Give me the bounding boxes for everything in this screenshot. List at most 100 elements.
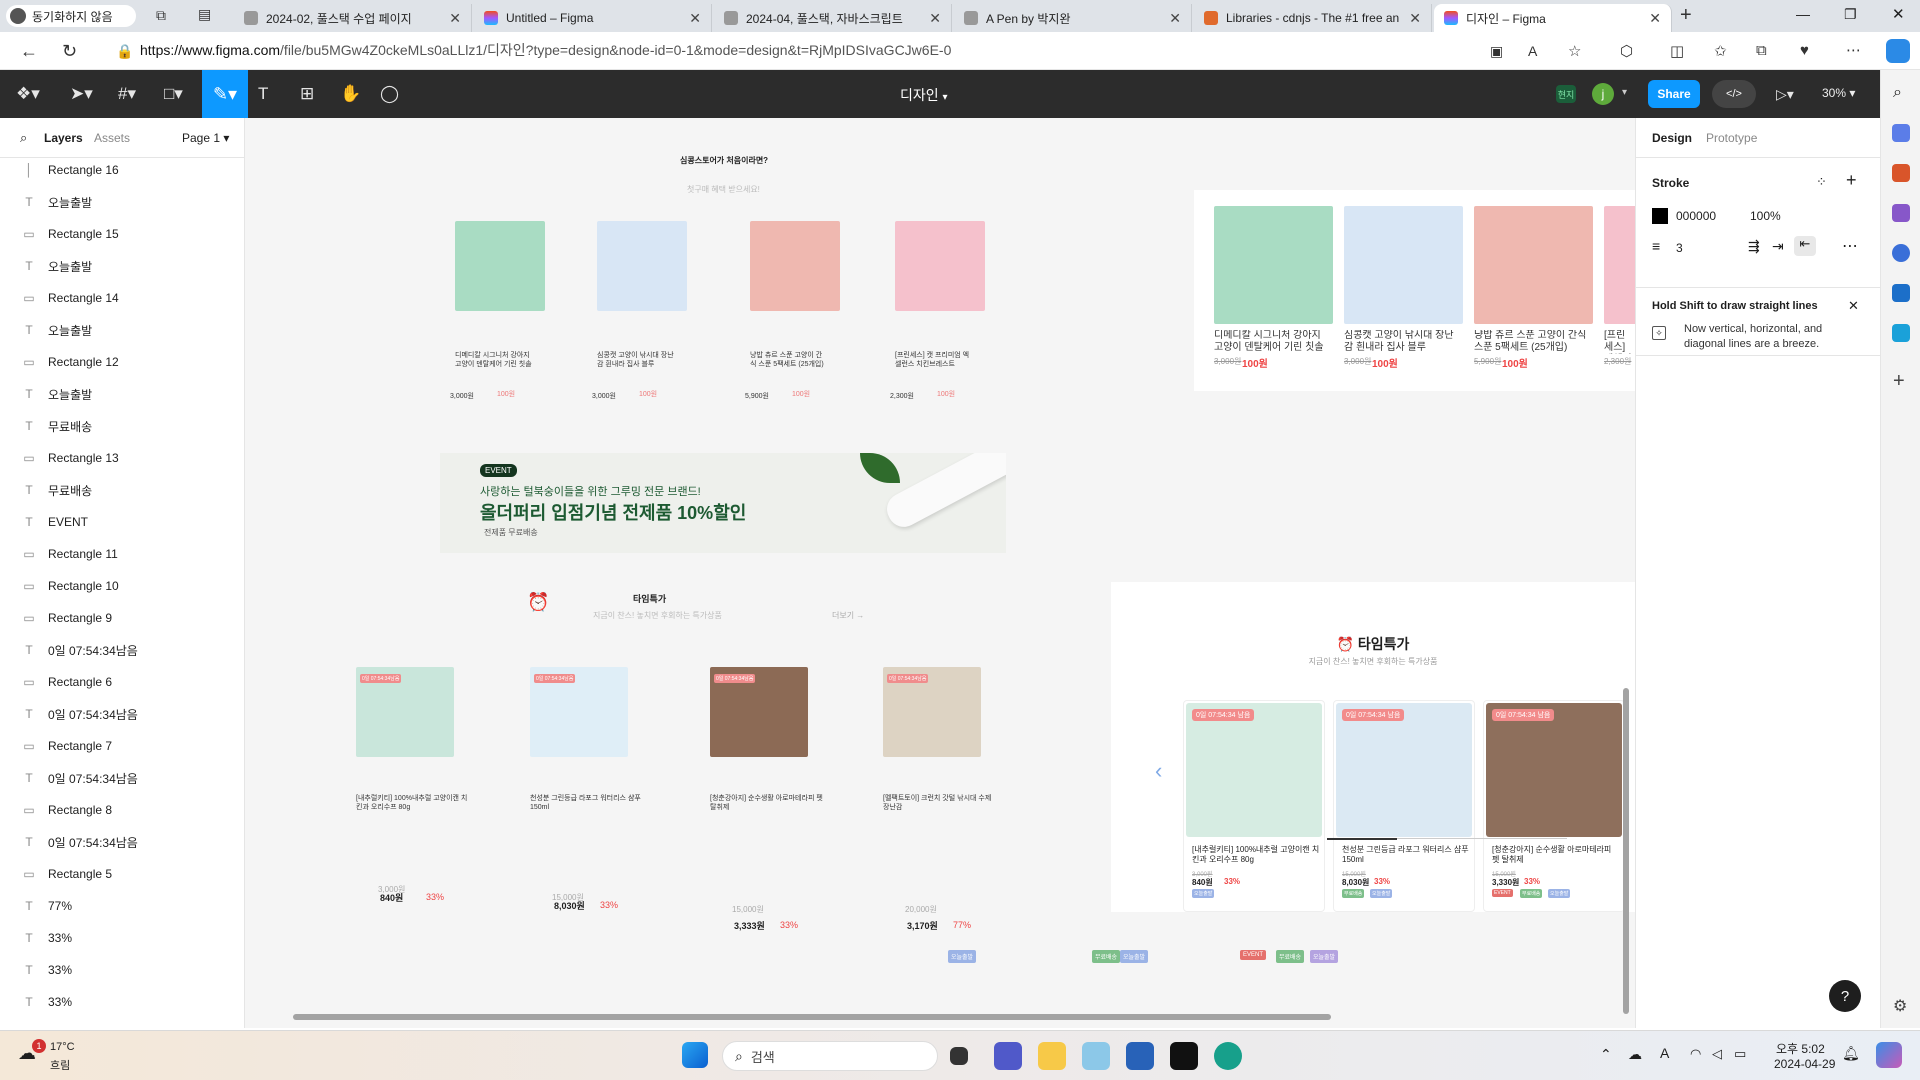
favorites-icon[interactable]: ✩ <box>1714 42 1727 60</box>
layer-row[interactable]: ▭ Rectangle 14 <box>0 282 244 314</box>
file-title[interactable]: 디자인 ▾ <box>900 85 948 105</box>
extensions-icon[interactable]: ⬡ <box>1620 42 1633 60</box>
layer-row[interactable]: T 오늘출발 <box>0 378 244 410</box>
stroke-color-hex[interactable]: 000000 <box>1676 209 1716 223</box>
tab-assets[interactable]: Assets <box>94 131 130 145</box>
taskbar-search[interactable]: ⌕ 검색 <box>722 1041 938 1071</box>
search-icon[interactable]: ⌕ <box>1893 84 1902 102</box>
product-image[interactable] <box>895 221 985 311</box>
event-banner[interactable]: EVENT 사랑하는 털북숭이들을 위한 그루밍 전문 브랜드! 올더퍼리 입점… <box>440 453 1006 553</box>
close-icon[interactable]: ✕ <box>1169 10 1181 27</box>
layer-row[interactable]: ▭ Rectangle 8 <box>0 794 244 826</box>
style-grid-icon[interactable]: ⁘ <box>1816 174 1827 190</box>
new-tab-button[interactable]: + <box>1680 4 1692 27</box>
ime-icon[interactable]: A <box>1660 1045 1669 1061</box>
more-options-icon[interactable]: ⋯ <box>1842 236 1858 256</box>
time-sale-card[interactable]: 0일 07:54:34 남음 천성분 그린등급 라포그 워터리스 샴푸 150ml… <box>1333 700 1475 912</box>
layer-row[interactable]: ▭ Rectangle 15 <box>0 218 244 250</box>
stroke-weight[interactable]: 3 <box>1676 241 1683 255</box>
comment-tool-icon[interactable]: ◯ <box>380 84 399 104</box>
stroke-center-icon[interactable]: ⇥ <box>1772 238 1784 255</box>
resources-icon[interactable]: ⊞ <box>300 84 314 104</box>
tray-chevron-icon[interactable]: ⌃ <box>1600 1046 1612 1063</box>
pen-tool-icon[interactable]: ✎▾ <box>202 70 248 118</box>
intellij-icon[interactable] <box>1170 1042 1198 1070</box>
clock-time[interactable]: 오후 5:02 <box>1776 1040 1825 1057</box>
performance-icon[interactable]: ♥ <box>1800 42 1809 59</box>
collections-icon[interactable]: ⧉ <box>1756 42 1767 59</box>
rectangle-tool-icon[interactable]: □▾ <box>164 84 183 104</box>
layer-row[interactable]: T 오늘출발 <box>0 250 244 282</box>
layer-row[interactable]: T 무료배송 <box>0 474 244 506</box>
read-aloud-icon[interactable]: A <box>1528 43 1537 59</box>
stroke-inside-icon[interactable]: ⇶ <box>1748 238 1760 255</box>
time-sale-card[interactable]: 0일 07:54:34 남음 [청춘강아지] 순수생활 아로마테라피 펫 탈취제 1… <box>1483 700 1625 912</box>
restore-button[interactable]: ❐ <box>1844 6 1857 23</box>
help-button[interactable]: ? <box>1829 980 1861 1012</box>
layer-row[interactable]: ▭ Rectangle 11 <box>0 538 244 570</box>
outlook-icon[interactable] <box>1892 284 1910 302</box>
copilot-icon[interactable] <box>1886 39 1910 63</box>
browser-tab[interactable]: Untitled – Figma ✕ <box>474 4 712 32</box>
more-menu-icon[interactable]: ⋯ <box>1846 41 1861 59</box>
copilot-taskbar-icon[interactable] <box>1876 1042 1902 1068</box>
close-icon[interactable]: ✕ <box>929 10 941 27</box>
browser-tab[interactable]: Libraries - cdnjs - The #1 free an ✕ <box>1194 4 1432 32</box>
figma-menu-icon[interactable]: ❖▾ <box>16 84 40 104</box>
layer-row[interactable]: ▭ Rectangle 5 <box>0 858 244 890</box>
weather-desc[interactable]: 흐림 <box>50 1057 70 1073</box>
clock-date[interactable]: 2024-04-29 <box>1774 1057 1835 1071</box>
send-icon[interactable] <box>1892 324 1910 342</box>
add-stroke-icon[interactable]: + <box>1846 170 1857 191</box>
product-image[interactable] <box>1214 206 1333 324</box>
text-tool-icon[interactable]: T <box>258 84 268 104</box>
volume-icon[interactable]: ◁ <box>1712 1046 1722 1062</box>
widgets-app-icon[interactable] <box>1082 1042 1110 1070</box>
network-drive-icon[interactable]: ☁ <box>1628 1046 1642 1063</box>
layer-row[interactable]: T 0일 07:54:34남음 <box>0 826 244 858</box>
layer-row[interactable]: T 33% <box>0 954 244 986</box>
browser-tab[interactable]: 2024-02, 풀스택 수업 페이지 ✕ <box>234 4 472 32</box>
move-tool-icon[interactable]: ➤▾ <box>70 84 93 104</box>
notification-bell-icon[interactable]: 🔔︎ <box>1842 1045 1860 1062</box>
minimize-button[interactable]: — <box>1796 6 1810 22</box>
layer-row[interactable]: ▭ Rectangle 7 <box>0 730 244 762</box>
browser-tab-active[interactable]: 디자인 – Figma ✕ <box>1434 4 1672 32</box>
layer-row[interactable]: ▭ Rectangle 10 <box>0 570 244 602</box>
wifi-icon[interactable]: ◠ <box>1690 1046 1701 1062</box>
vertical-scrollbar[interactable] <box>1623 688 1629 1014</box>
frame-tool-icon[interactable]: #▾ <box>118 84 136 104</box>
lock-icon[interactable]: 🔒 <box>116 43 133 60</box>
close-icon[interactable]: ✕ <box>449 10 461 27</box>
layer-row[interactable]: T EVENT <box>0 506 244 538</box>
layer-row[interactable]: T 77% <box>0 890 244 922</box>
browser-tab[interactable]: 2024-04, 풀스택, 자바스크립트 ✕ <box>714 4 952 32</box>
more-link[interactable]: 더보기 → <box>832 610 864 621</box>
layer-row[interactable]: ▭ Rectangle 13 <box>0 442 244 474</box>
layer-row[interactable]: T 0일 07:54:34남음 <box>0 634 244 666</box>
windows-start-icon[interactable] <box>682 1042 708 1068</box>
teams-icon[interactable] <box>994 1042 1022 1070</box>
layer-row[interactable]: ▭ Rectangle 9 <box>0 602 244 634</box>
split-screen-icon[interactable]: ◫ <box>1670 42 1684 60</box>
product-image[interactable] <box>1474 206 1593 324</box>
window-close-button[interactable]: ✕ <box>1892 5 1905 23</box>
games-icon[interactable] <box>1892 204 1910 222</box>
zoom-level[interactable]: 30% ▾ <box>1822 86 1855 100</box>
time-sale-card[interactable]: 0일 07:54:34 남음 [내추럴키티] 100%내추럴 고양이캔 치킨과 오… <box>1183 700 1325 912</box>
search-icon[interactable]: ⌕ <box>20 130 27 146</box>
layer-row[interactable]: T 무료배송 <box>0 410 244 442</box>
task-view-icon[interactable] <box>950 1047 968 1065</box>
profile-button[interactable]: 동기화하지 않음 <box>6 5 136 27</box>
dev-mode-toggle[interactable]: </> <box>1712 80 1756 108</box>
tab-prototype[interactable]: Prototype <box>1706 131 1757 145</box>
product-image[interactable] <box>1344 206 1463 324</box>
stroke-color-swatch[interactable] <box>1652 208 1668 224</box>
tab-actions-icon[interactable]: ▤ <box>198 6 211 23</box>
stroke-outside-icon[interactable]: ⇤ <box>1794 236 1816 256</box>
frame-first-purchase[interactable]: 디메디칼 시그니처 강아지 고양이 덴탈케어 기린 칫솔 3,000원 100원 심콩… <box>1194 190 1635 391</box>
close-icon[interactable]: ✕ <box>1409 10 1421 27</box>
layer-row[interactable]: T 0일 07:54:34남음 <box>0 698 244 730</box>
workspaces-icon[interactable]: ⧉ <box>156 7 166 24</box>
layer-row[interactable]: T 33% <box>0 922 244 954</box>
